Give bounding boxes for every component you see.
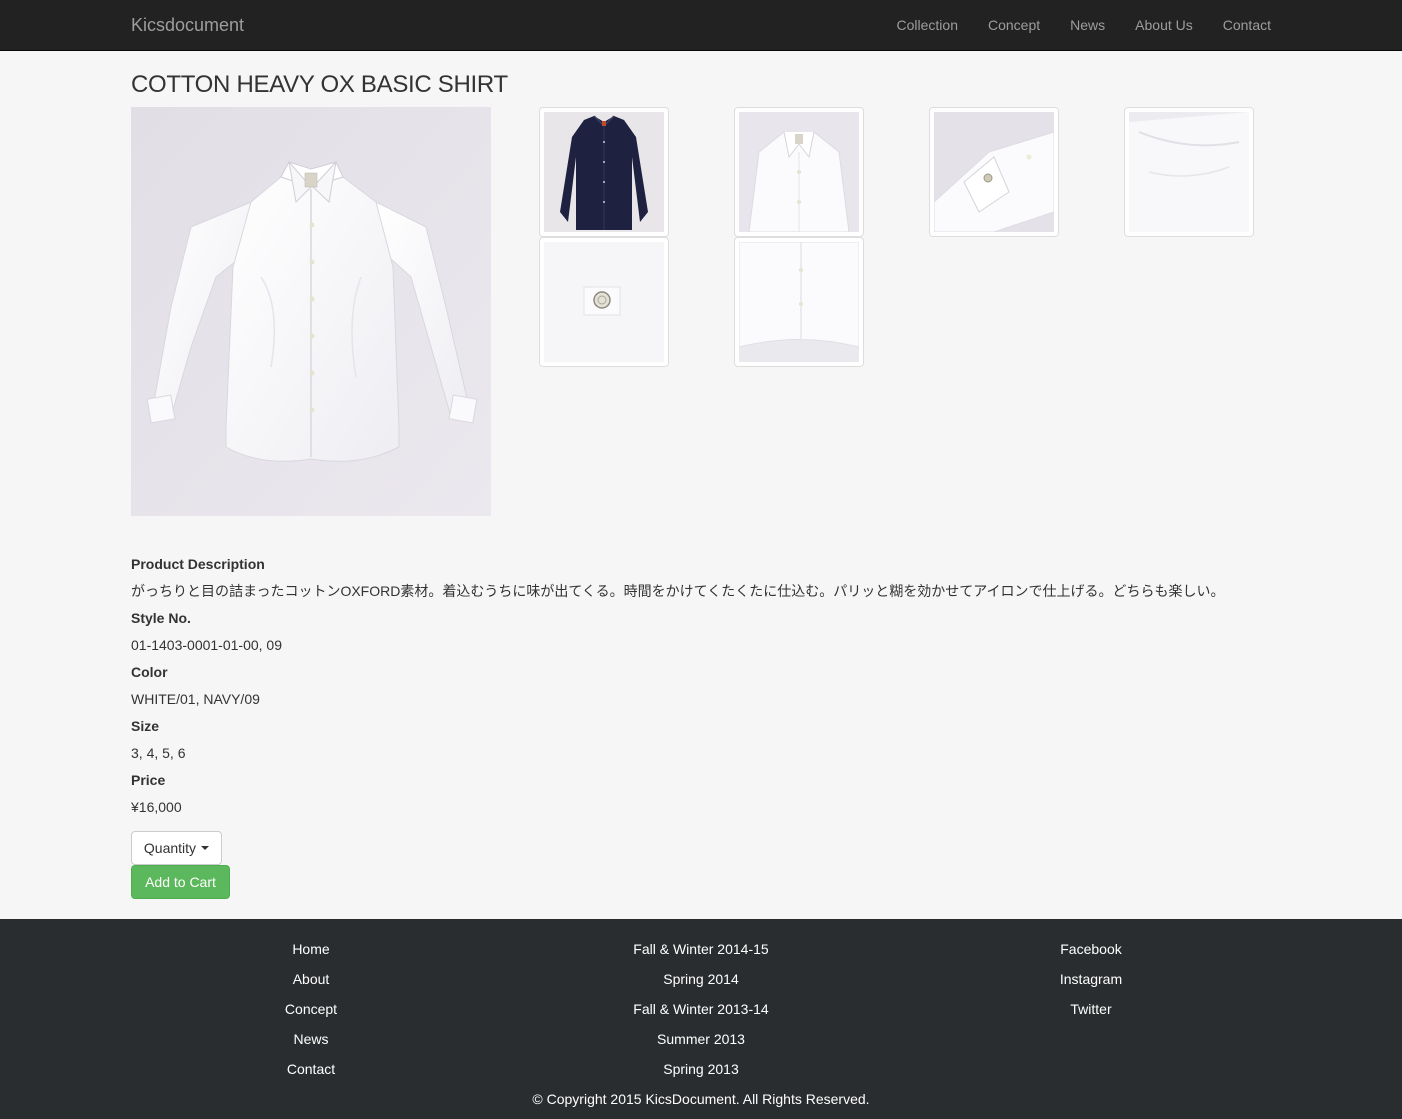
nav-news[interactable]: News <box>1070 15 1105 35</box>
thumbnail-shoulder-detail[interactable] <box>1124 107 1254 237</box>
style-value: 01-1403-0001-01-00, 09 <box>131 637 283 653</box>
size-value: 3, 4, 5, 6 <box>131 745 186 761</box>
quantity-dropdown[interactable]: Quantity <box>131 831 222 865</box>
description-label: Product Description <box>131 556 265 572</box>
footer-link-instagram[interactable]: Instagram <box>901 969 1281 999</box>
footer-col-social: Facebook Instagram Twitter <box>901 939 1281 1029</box>
nav-about-us[interactable]: About Us <box>1135 15 1193 35</box>
price-value: ¥16,000 <box>131 799 182 815</box>
thumbnail-hem-detail[interactable] <box>734 237 864 367</box>
size-label: Size <box>131 718 160 734</box>
footer-link-spring-2013[interactable]: Spring 2013 <box>511 1059 891 1089</box>
brand-logo[interactable]: Kicsdocument <box>131 14 244 36</box>
price-label: Price <box>131 772 166 788</box>
footer-link-facebook[interactable]: Facebook <box>901 939 1281 969</box>
main-product-image <box>131 107 491 516</box>
footer-col-site: Home About Concept News Contact <box>121 939 501 1089</box>
product-details: Product Description がっちりと目の詰まったコットンOXFOR… <box>131 554 1271 817</box>
footer-link-concept[interactable]: Concept <box>121 999 501 1029</box>
color-label: Color <box>131 664 168 680</box>
quantity-label: Quantity <box>143 840 197 856</box>
footer-link-spring-2014[interactable]: Spring 2014 <box>511 969 891 999</box>
footer-link-fw-2013-14[interactable]: Fall & Winter 2013-14 <box>511 999 891 1029</box>
footer-link-news[interactable]: News <box>121 1029 501 1059</box>
footer-link-twitter[interactable]: Twitter <box>901 999 1281 1029</box>
nav-concept[interactable]: Concept <box>988 15 1040 35</box>
footer-link-about[interactable]: About <box>121 969 501 999</box>
thumbnail-cuff-detail[interactable] <box>929 107 1059 237</box>
nav-menu: Collection Concept News About Us Contact <box>897 0 1272 50</box>
footer-link-home[interactable]: Home <box>121 939 501 969</box>
add-to-cart-button[interactable]: Add to Cart <box>131 865 230 899</box>
footer: Home About Concept News Contact Fall & W… <box>0 919 1402 1119</box>
thumbnail-collar-detail[interactable] <box>734 107 864 237</box>
style-label: Style No. <box>131 610 191 626</box>
navbar: Kicsdocument Collection Concept News Abo… <box>0 0 1402 51</box>
footer-col-collections: Fall & Winter 2014-15 Spring 2014 Fall &… <box>511 939 891 1089</box>
description-text: がっちりと目の詰まったコットンOXFORD素材。着込むうちに味が出てくる。時間を… <box>131 583 1225 599</box>
nav-contact[interactable]: Contact <box>1223 15 1271 35</box>
footer-link-summer-2013[interactable]: Summer 2013 <box>511 1029 891 1059</box>
footer-link-fw-2014-15[interactable]: Fall & Winter 2014-15 <box>511 939 891 969</box>
thumbnail-navy-shirt[interactable] <box>539 107 669 237</box>
thumbnail-button-detail[interactable] <box>539 237 669 367</box>
nav-collection[interactable]: Collection <box>897 15 958 35</box>
product-title: COTTON HEAVY OX BASIC SHIRT <box>131 71 508 98</box>
caret-down-icon <box>201 846 210 850</box>
footer-link-contact[interactable]: Contact <box>121 1059 501 1089</box>
copyright-text: © Copyright 2015 KicsDocument. All Right… <box>532 1091 870 1107</box>
color-value: WHITE/01, NAVY/09 <box>131 691 260 707</box>
